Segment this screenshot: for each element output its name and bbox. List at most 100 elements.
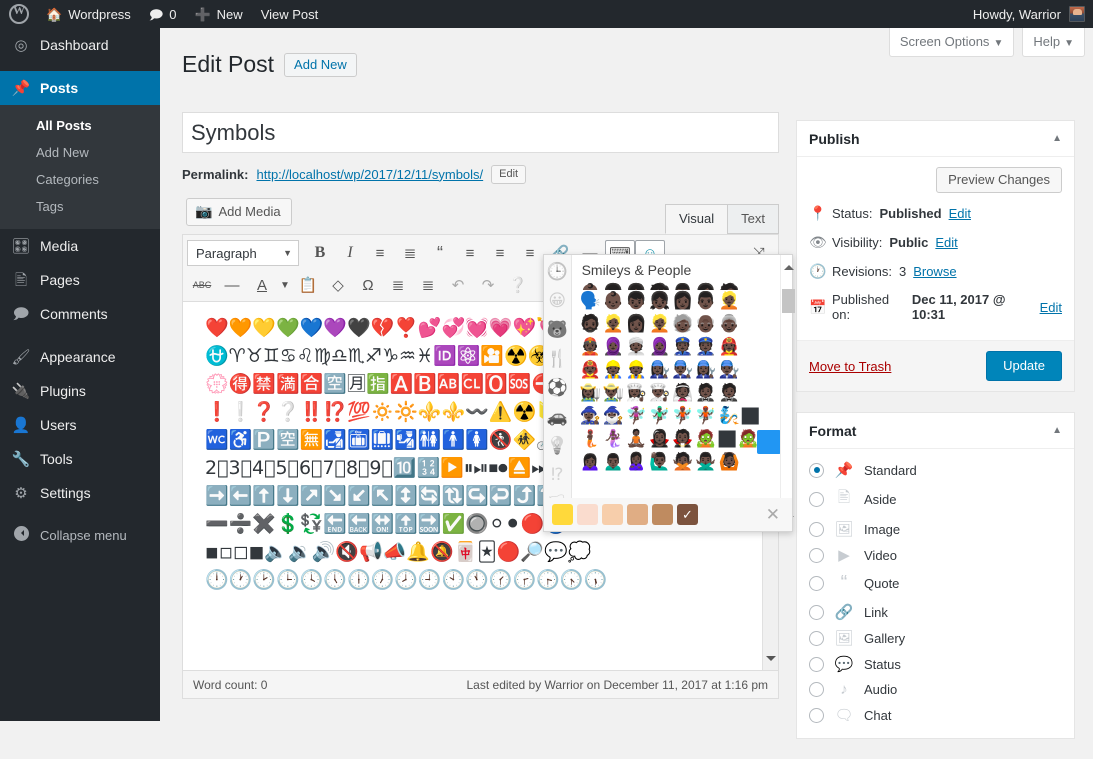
screen-options-button[interactable]: Screen Options▼ [889,28,1015,57]
move-to-trash-link[interactable]: Move to Trash [809,359,891,374]
status-edit-link[interactable]: Edit [949,206,971,221]
format-option-standard[interactable]: 📌 Standard [809,457,1062,483]
strikethrough-icon[interactable]: ABC [187,272,217,298]
travel-places-icon[interactable]: 🚗 [544,402,571,431]
align-left-icon[interactable]: ≡ [455,240,485,266]
format-option-gallery[interactable]: 🖼 Gallery [809,625,1062,651]
radio-chat[interactable] [809,708,824,723]
emoji-row[interactable]: 👩🏿‍🌾👨🏿‍🌾👩🏿‍🍳👨🏿‍🍳👰🏿🤵🏿🤵🏿 [580,382,780,405]
radio-link[interactable] [809,605,824,620]
align-center-icon[interactable]: ≡ [485,240,515,266]
collapse-toggle-icon[interactable]: ▲ [1052,133,1062,144]
collapse-toggle-icon[interactable]: ▲ [1052,425,1062,436]
help-button[interactable]: Help▼ [1022,28,1085,57]
scrollbar-thumb[interactable] [782,289,795,313]
smileys-people-icon[interactable]: 😀 [544,286,571,315]
horizontal-rule-icon[interactable]: — [217,272,247,298]
published-edit-link[interactable]: Edit [1040,300,1062,315]
format-option-quote[interactable]: “ Quote [809,568,1062,599]
skin-tone-medium[interactable] [627,504,648,525]
activity-sports-icon[interactable]: ⚽ [544,373,571,402]
preview-changes-button[interactable]: Preview Changes [936,167,1062,193]
recent-clock-icon[interactable]: 🕒 [544,257,571,286]
blockquote-icon[interactable]: “ [425,240,455,266]
update-button[interactable]: Update [986,351,1062,381]
emoji-picker-panel[interactable]: 🕒 😀 🐻 🍴 ⚽ 🚗 💡 ⁉ 🏳 Smileys & People 👶🏿👦🏿👧… [543,254,793,532]
tab-visual[interactable]: Visual [665,204,728,234]
format-option-aside[interactable]: 🖹 Aside [809,483,1062,516]
text-color-icon[interactable]: A [247,272,277,298]
emoji-row[interactable]: 👶🏿👦🏿👧🏿🧒🏿👨🏿👩🏿🧑🏿 [580,282,780,290]
radio-aside[interactable] [809,492,824,507]
sidebar-item-categories[interactable]: Categories [0,166,160,193]
format-option-chat[interactable]: 🗨 Chat [809,702,1062,728]
emoji-row[interactable]: 🧜🏿🧜🏿‍♀️🧘🏿🧛🏿‍♀️🧛🏿🧟🏿🧟🏿 [580,428,780,451]
skin-tone-medium-dark[interactable] [652,504,673,525]
keyboard-shortcuts-icon[interactable]: ❔ [503,272,533,298]
my-account-menu[interactable]: Howdy, Warrior [973,6,1093,22]
format-option-image[interactable]: 🖼 Image [809,516,1062,542]
revisions-browse-link[interactable]: Browse [913,264,956,279]
sidebar-item-settings[interactable]: ⚙ Settings [0,476,160,510]
bold-button[interactable]: B [305,240,335,266]
sidebar-item-add-new[interactable]: Add New [0,139,160,166]
format-option-audio[interactable]: ♪ Audio [809,677,1062,702]
text-color-caret-icon[interactable]: ▼ [277,272,293,298]
permalink-url[interactable]: http://localhost/wp/2017/12/11/symbols/ [256,167,483,182]
sidebar-item-appearance[interactable]: 🖌 Appearance [0,340,160,374]
visibility-edit-link[interactable]: Edit [935,235,957,250]
skin-tone-default[interactable] [552,504,573,525]
radio-image[interactable] [809,522,824,537]
special-character-icon[interactable]: Ω [353,272,383,298]
comments-menu[interactable]: 🗩 0 [140,0,186,28]
add-media-button[interactable]: 📷 Add Media [186,198,292,226]
wordpress-logo-menu[interactable] [0,0,37,28]
post-title-input[interactable] [182,112,779,153]
emoji-row[interactable]: 🙍🏿‍♀️🙍🏿‍♂️🙎🏿‍♀️🙋🏿‍♂️🙅🏿🙅🏿‍♂️🙆🏿 [580,451,780,474]
objects-icon[interactable]: 💡 [544,431,571,460]
radio-quote[interactable] [809,576,824,591]
emoji-row[interactable]: 🧔🏿👱🏿👩🏿👱🏿🧓🏿👴🏿👵🏿 [580,313,780,336]
format-option-status[interactable]: 💬 Status [809,651,1062,677]
paste-as-text-icon[interactable]: 📋 [293,272,323,298]
redo-icon[interactable]: ↷ [473,272,503,298]
sidebar-item-tags[interactable]: Tags [0,193,160,220]
format-option-video[interactable]: ▶ Video [809,542,1062,568]
emoji-grid[interactable]: 👶🏿👦🏿👧🏿🧒🏿👨🏿👩🏿🧑🏿 🗣️👶🏿👦🏿👧🏿👩🏿👨🏿👱🏿 🧔🏿👱🏿👩🏿👱🏿🧓🏿… [572,282,780,531]
sidebar-item-tools[interactable]: 🔧 Tools [0,442,160,476]
radio-status[interactable] [809,657,824,672]
outdent-icon[interactable]: ≣ [383,272,413,298]
sidebar-item-pages[interactable]: 🖹 Pages [0,263,160,297]
undo-icon[interactable]: ↶ [443,272,473,298]
skin-tone-dark[interactable]: ✓ [677,504,698,525]
sidebar-item-all-posts[interactable]: All Posts [0,112,160,139]
italic-button[interactable]: I [335,240,365,266]
scroll-down-arrow-icon[interactable] [766,656,776,666]
emoji-row[interactable]: 🗣️👶🏿👦🏿👧🏿👩🏿👨🏿👱🏿 [580,290,780,313]
skin-tone-light[interactable] [577,504,598,525]
bulleted-list-icon[interactable]: ≡ [365,240,395,266]
numbered-list-icon[interactable]: ≣ [395,240,425,266]
collapse-menu-button[interactable]: Collapse menu [0,518,160,552]
emoji-row[interactable]: 🧙🏿‍♀️🧙🏿‍♂️🧚🏿‍♀️🧚🏿‍♂️🧚🏿🧚🏿🧞🏿 [580,405,780,428]
sidebar-item-dashboard[interactable]: ◎ Dashboard [0,28,160,62]
sidebar-item-plugins[interactable]: 🔌 Plugins [0,374,160,408]
paragraph-format-select[interactable]: Paragraph ▼ [187,240,299,266]
food-drink-icon[interactable]: 🍴 [544,344,571,373]
format-option-link[interactable]: 🔗 Link [809,599,1062,625]
emoji-row[interactable]: 👨🏿‍🚒👷🏿👷🏿👩🏿‍🔧👨🏿‍🔧👩🏿‍🔧👨🏿‍🔧 [580,359,780,382]
animals-nature-icon[interactable]: 🐻 [544,315,571,344]
tab-text[interactable]: Text [727,204,779,234]
radio-standard[interactable] [809,463,824,478]
skin-tone-medium-light[interactable] [602,504,623,525]
add-new-button[interactable]: Add New [284,53,357,77]
radio-gallery[interactable] [809,631,824,646]
symbols-icon[interactable]: ⁉ [544,460,571,489]
sidebar-item-comments[interactable]: 🗩 Comments [0,297,160,331]
sidebar-item-users[interactable]: 👤 Users [0,408,160,442]
indent-icon[interactable]: ≣ [413,272,443,298]
radio-video[interactable] [809,548,824,563]
clear-formatting-icon[interactable]: ◇ [323,272,353,298]
new-content-menu[interactable]: ➕ New [185,0,251,28]
emoji-picker-scrollbar[interactable] [780,255,792,531]
